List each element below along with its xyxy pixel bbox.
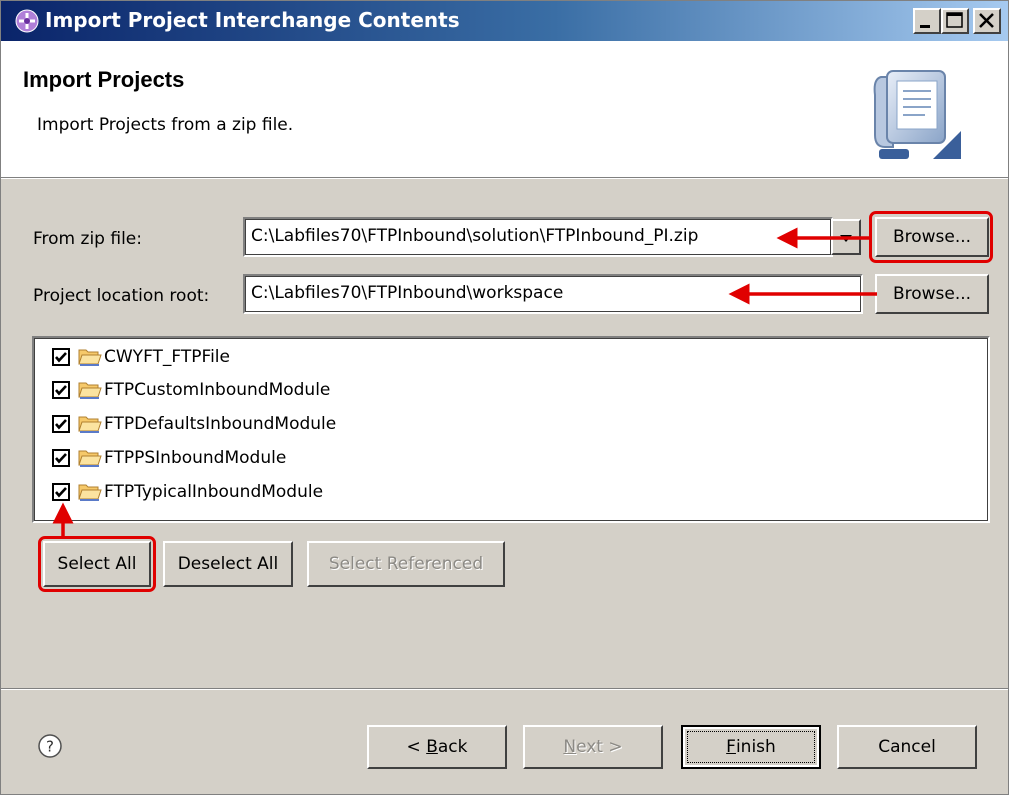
project-checkbox[interactable] bbox=[52, 381, 70, 399]
project-name: CWYFT_FTPFile bbox=[104, 347, 230, 367]
deselect-all-button[interactable]: Deselect All bbox=[163, 541, 293, 587]
list-item[interactable]: FTPTypicalInboundModule bbox=[52, 477, 323, 507]
maximize-icon bbox=[946, 12, 963, 28]
location-browse-button[interactable]: Browse... bbox=[875, 274, 989, 314]
list-item[interactable]: FTPDefaultsInboundModule bbox=[52, 409, 336, 439]
project-checkbox[interactable] bbox=[52, 483, 70, 501]
back-button[interactable]: < Back bbox=[367, 725, 507, 769]
cancel-button[interactable]: Cancel bbox=[837, 725, 977, 769]
focus-ring bbox=[687, 731, 815, 763]
maximize-button[interactable] bbox=[941, 8, 969, 34]
open-folder-icon bbox=[78, 349, 102, 366]
next-button[interactable]: Next > bbox=[523, 725, 663, 769]
project-checkbox[interactable] bbox=[52, 348, 70, 366]
project-name: FTPTypicalInboundModule bbox=[104, 482, 324, 502]
window-title: Import Project Interchange Contents bbox=[45, 8, 460, 32]
checkmark-icon bbox=[55, 487, 67, 498]
close-button[interactable] bbox=[973, 8, 1001, 34]
project-name: FTPCustomInboundModule bbox=[104, 380, 331, 400]
checkmark-icon bbox=[55, 352, 67, 363]
open-folder-icon bbox=[78, 450, 102, 467]
wizard-header bbox=[1, 41, 1008, 177]
page-title: Import Projects bbox=[23, 67, 185, 92]
back-label-rest: ack bbox=[437, 737, 468, 757]
project-checkbox[interactable] bbox=[52, 415, 70, 433]
header-separator bbox=[1, 177, 1008, 179]
select-referenced-button[interactable]: Select Referenced bbox=[307, 541, 505, 587]
help-icon[interactable]: ? bbox=[37, 733, 63, 759]
annotation-highlight-zip-browse bbox=[869, 211, 993, 263]
open-folder-icon bbox=[78, 484, 102, 501]
project-location-field[interactable]: C:\Labfiles70\FTPInbound\workspace bbox=[243, 274, 863, 314]
checkmark-icon bbox=[55, 419, 67, 430]
minimize-icon bbox=[920, 25, 930, 28]
footer-separator bbox=[1, 688, 1008, 690]
from-zip-label: From zip file: bbox=[33, 229, 142, 249]
svg-text:?: ? bbox=[46, 738, 54, 756]
title-bar[interactable]: Import Project Interchange Contents bbox=[1, 1, 1008, 41]
list-item[interactable]: FTPPSInboundModule bbox=[52, 443, 286, 473]
checkmark-icon bbox=[55, 385, 67, 396]
back-label-prefix: < bbox=[406, 737, 427, 757]
app-icon bbox=[15, 9, 39, 33]
checkmark-icon bbox=[55, 453, 67, 464]
annotation-highlight-select-all bbox=[38, 536, 156, 592]
list-item[interactable]: CWYFT_FTPFile bbox=[52, 342, 230, 372]
next-label-rest: ext > bbox=[576, 737, 623, 757]
close-icon bbox=[979, 13, 994, 28]
open-folder-icon bbox=[78, 416, 102, 433]
list-item[interactable]: FTPCustomInboundModule bbox=[52, 375, 330, 405]
import-dialog: Import Project Interchange Contents Impo… bbox=[0, 0, 1009, 795]
page-description: Import Projects from a zip file. bbox=[37, 115, 294, 135]
open-folder-icon bbox=[78, 382, 102, 399]
zip-file-combo[interactable]: C:\Labfiles70\FTPInbound\solution\FTPInb… bbox=[243, 217, 833, 257]
project-list[interactable]: CWYFT_FTPFile FTPCustomInboundModule FTP bbox=[32, 336, 990, 523]
project-name: FTPPSInboundModule bbox=[104, 448, 287, 468]
project-name: FTPDefaultsInboundModule bbox=[104, 414, 337, 434]
chevron-down-icon bbox=[840, 235, 852, 242]
minimize-button[interactable] bbox=[913, 8, 941, 34]
project-checkbox[interactable] bbox=[52, 449, 70, 467]
zip-file-dropdown-button[interactable] bbox=[831, 219, 861, 255]
finish-button[interactable]: Finish bbox=[681, 725, 821, 769]
back-mnemonic: B bbox=[426, 737, 438, 757]
import-wizard-icon bbox=[873, 70, 961, 159]
project-location-label: Project location root: bbox=[33, 286, 210, 306]
next-mnemonic: N bbox=[563, 737, 577, 757]
